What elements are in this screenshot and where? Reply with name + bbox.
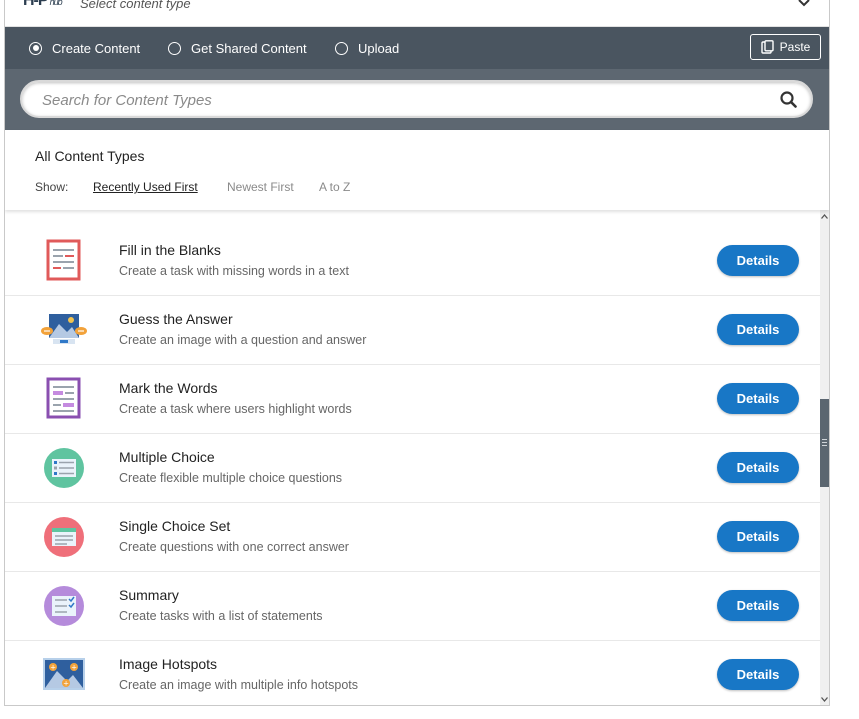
list-item[interactable]: Summary Create tasks with a list of stat… xyxy=(5,572,820,641)
search-input[interactable] xyxy=(40,89,764,111)
item-description: Create a task with missing words in a te… xyxy=(119,264,349,278)
radio-icon xyxy=(335,41,348,55)
item-title: Summary xyxy=(119,587,179,603)
item-title: Fill in the Blanks xyxy=(119,242,221,258)
details-button[interactable]: Details xyxy=(717,314,799,345)
details-button[interactable]: Details xyxy=(717,383,799,414)
sort-a-to-z[interactable]: A to Z xyxy=(319,180,350,194)
fill-blanks-icon xyxy=(46,239,81,281)
tab-get-shared-content[interactable]: Get Shared Content xyxy=(168,39,307,57)
item-title: Single Choice Set xyxy=(119,518,231,534)
h5p-logo: H-P hub xyxy=(23,0,63,9)
summary-icon xyxy=(44,586,84,626)
item-description: Create a task where users highlight word… xyxy=(119,402,352,416)
list-item[interactable]: Guess the Answer Create an image with a … xyxy=(5,296,820,365)
sort-recently-used[interactable]: Recently Used First xyxy=(93,180,198,194)
list-item[interactable]: + + + Image Hotspots Create an image wit… xyxy=(5,641,820,705)
svg-text:+: + xyxy=(50,664,56,672)
paste-label: Paste xyxy=(779,40,811,54)
clipboard-icon xyxy=(760,40,774,54)
tab-label: Create Content xyxy=(52,40,141,56)
tab-label: Upload xyxy=(358,40,400,56)
show-label: Show: xyxy=(35,180,69,194)
details-button[interactable]: Details xyxy=(717,590,799,621)
list-item[interactable]: Single Choice Set Create questions with … xyxy=(5,503,820,572)
content-type-list: Fill in the Blanks Create a task with mi… xyxy=(5,210,820,705)
sort-newest-first[interactable]: Newest First xyxy=(227,180,294,194)
item-description: Create tasks with a list of statements xyxy=(119,609,323,623)
tab-create-content[interactable]: Create Content xyxy=(29,39,140,57)
single-choice-icon xyxy=(44,517,84,557)
list-item[interactable]: Multiple Choice Create flexible multiple… xyxy=(5,434,820,503)
search-icon[interactable] xyxy=(780,91,797,108)
details-button[interactable]: Details xyxy=(717,245,799,276)
svg-text:+: + xyxy=(71,664,77,672)
item-description: Create flexible multiple choice question… xyxy=(119,471,343,485)
list-item[interactable]: Mark the Words Create a task where users… xyxy=(5,365,820,434)
image-hotspots-icon: + + + xyxy=(43,658,85,690)
item-title: Guess the Answer xyxy=(119,311,233,327)
item-title: Multiple Choice xyxy=(119,449,215,465)
content-type-selector[interactable]: H-P hub Select content type xyxy=(5,0,829,27)
hub-nav: Create Content Get Shared Content Upload… xyxy=(5,27,829,69)
h5p-hub: H-P hub Select content type Create Conten… xyxy=(4,0,830,706)
tab-label: Get Shared Content xyxy=(191,40,307,56)
details-button[interactable]: Details xyxy=(717,659,799,690)
details-button[interactable]: Details xyxy=(717,521,799,552)
chevron-down-icon[interactable] xyxy=(797,0,811,10)
scroll-down-icon[interactable] xyxy=(820,693,829,705)
item-description: Create an image with multiple info hotsp… xyxy=(119,678,359,692)
radio-icon xyxy=(168,41,181,55)
select-content-type-label[interactable]: Select content type xyxy=(80,0,191,11)
guess-answer-icon xyxy=(41,314,87,344)
list-item[interactable]: Fill in the Blanks Create a task with mi… xyxy=(5,227,820,296)
multiple-choice-icon xyxy=(44,448,84,488)
svg-text:+: + xyxy=(63,680,69,688)
search-box[interactable] xyxy=(20,80,813,118)
item-description: Create an image with a question and answ… xyxy=(119,333,367,347)
item-title: Image Hotspots xyxy=(119,656,218,672)
item-title: Mark the Words xyxy=(119,380,218,396)
item-description: Create questions with one correct answer xyxy=(119,540,349,554)
search-band xyxy=(5,69,829,130)
content-types-heading: All Content Types xyxy=(35,148,145,164)
radio-selected-icon xyxy=(29,41,42,55)
paste-button[interactable]: Paste xyxy=(750,34,821,60)
mark-words-icon xyxy=(46,377,81,419)
scroll-up-icon[interactable] xyxy=(820,210,829,222)
scrollbar-thumb[interactable] xyxy=(820,399,829,487)
tab-upload[interactable]: Upload xyxy=(335,39,399,57)
details-button[interactable]: Details xyxy=(717,452,799,483)
filter-panel: All Content Types Show: Recently Used Fi… xyxy=(5,130,829,210)
list-scrollbar[interactable] xyxy=(820,210,829,705)
